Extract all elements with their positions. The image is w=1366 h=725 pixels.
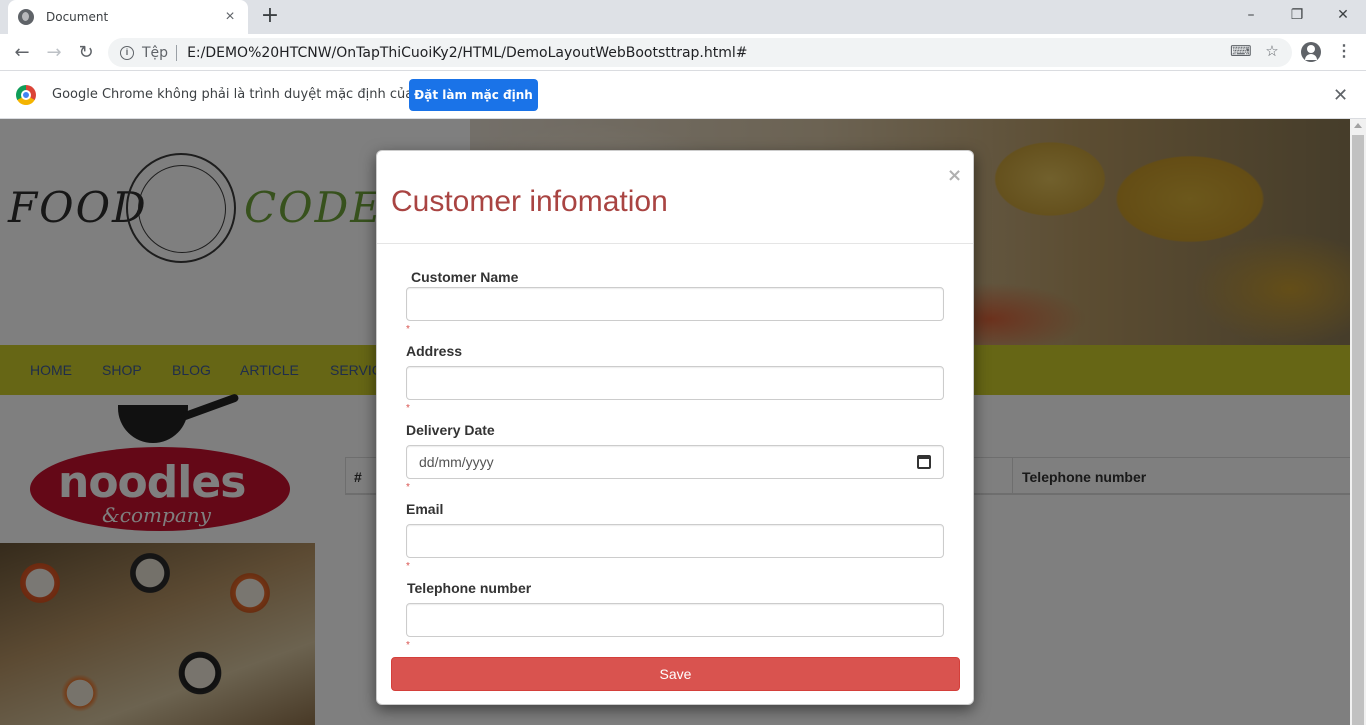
date-placeholder: dd/mm/yyyy	[419, 454, 494, 470]
modal-close-icon[interactable]: ×	[947, 165, 962, 186]
tab-strip: Document × + – ❐ ✕	[0, 0, 1366, 34]
forward-icon[interactable]: →	[40, 39, 68, 67]
omnibox-actions: ⌨ ☆	[1230, 42, 1282, 62]
menu-icon[interactable]: ⋮	[1336, 42, 1352, 62]
minimize-icon[interactable]: –	[1228, 0, 1274, 30]
address-input[interactable]	[406, 366, 944, 400]
page-scrollbar[interactable]	[1350, 119, 1366, 725]
customer-modal: × Customer infomation Customer Name * Ad…	[376, 150, 974, 705]
reload-icon[interactable]: ↻	[72, 39, 100, 67]
browser-tab[interactable]: Document ×	[8, 0, 248, 34]
translate-icon[interactable]: ⌨	[1230, 42, 1252, 62]
save-button[interactable]: Save	[391, 657, 960, 691]
default-browser-infobar: Google Chrome không phải là trình duyệt …	[0, 71, 1366, 119]
star-icon[interactable]: ☆	[1262, 42, 1282, 62]
customer-name-required: *	[406, 324, 410, 335]
modal-divider	[377, 243, 973, 244]
customer-name-label: Customer Name	[411, 269, 519, 285]
email-input[interactable]	[406, 524, 944, 558]
back-icon[interactable]: ←	[8, 39, 36, 67]
url-text[interactable]: E:/DEMO%20HTCNW/OnTapThiCuoiKy2/HTML/Dem…	[187, 45, 747, 61]
set-default-button[interactable]: Đặt làm mặc định	[409, 79, 538, 111]
scroll-thumb[interactable]	[1352, 135, 1364, 725]
address-label: Address	[406, 343, 463, 359]
email-required: *	[406, 561, 410, 572]
infobar-message: Google Chrome không phải là trình duyệt …	[52, 87, 442, 102]
modal-title: Customer infomation	[391, 185, 668, 218]
email-label: Email	[406, 501, 444, 517]
delivery-date-input[interactable]: dd/mm/yyyy	[406, 445, 944, 479]
customer-name-input[interactable]	[406, 287, 944, 321]
address-required: *	[406, 403, 410, 414]
delivery-date-required: *	[406, 482, 410, 493]
calendar-icon[interactable]	[917, 455, 931, 469]
tab-title: Document	[46, 10, 109, 24]
tab-close-icon[interactable]: ×	[222, 8, 238, 26]
browser-toolbar: ← → ↻ i Tệp E:/DEMO%20HTCNW/OnTapThiCuoi…	[0, 34, 1366, 71]
restore-icon[interactable]: ❐	[1274, 0, 1320, 30]
window-close-icon[interactable]: ✕	[1320, 0, 1366, 30]
chrome-logo-icon	[16, 85, 36, 105]
profile-icon[interactable]	[1301, 42, 1321, 62]
info-icon[interactable]: i	[120, 45, 134, 60]
scroll-up-arrow-icon[interactable]	[1354, 123, 1362, 128]
delivery-date-label: Delivery Date	[406, 422, 495, 438]
telephone-input[interactable]	[406, 603, 944, 637]
address-separator	[176, 44, 178, 61]
telephone-required: *	[406, 640, 410, 651]
address-bar[interactable]: i Tệp E:/DEMO%20HTCNW/OnTapThiCuoiKy2/HT…	[108, 38, 1292, 67]
new-tab-button[interactable]: +	[258, 4, 282, 28]
globe-icon	[18, 9, 34, 25]
infobar-close-icon[interactable]: ✕	[1333, 85, 1348, 106]
telephone-label: Telephone number	[407, 580, 532, 596]
file-label: Tệp	[142, 44, 169, 61]
